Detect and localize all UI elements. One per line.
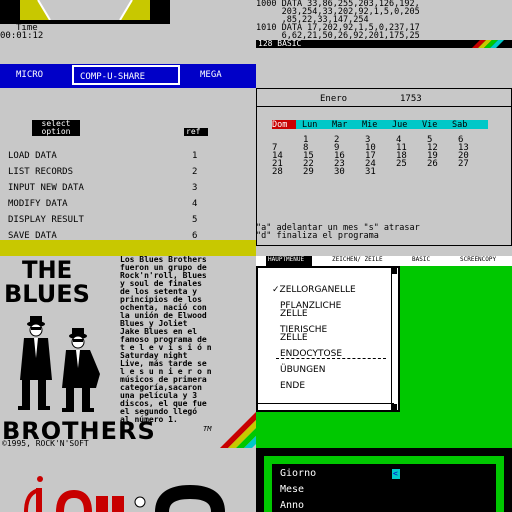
hauptmenue-screen: HAUPTMENUE ZEICHEN/ ZEILE BASIC SCREENCO… (256, 256, 512, 448)
tab-micro[interactable]: MICRO (16, 71, 43, 80)
select-option-header: select option (32, 120, 80, 136)
menu-item-label[interactable]: LIST RECORDS (8, 168, 73, 177)
calendar-day[interactable]: 29 (303, 168, 314, 177)
menu-window-item[interactable]: ZELLE (280, 334, 308, 343)
title-blues: BLUES (4, 280, 90, 308)
comp-u-share-screen: Time 00:01:12 MICRO COMP-U-SHARE MEGA se… (0, 0, 256, 256)
ref-label: ref (186, 127, 201, 136)
maze-view-graphic (0, 0, 256, 24)
calendar-day[interactable]: 27 (458, 160, 469, 169)
field-anno: Anno (280, 500, 305, 511)
select-option-label: select option (41, 119, 71, 136)
menu-item-label[interactable]: INPUT NEW DATA (8, 184, 84, 193)
time-value: 00:01:12 (0, 31, 44, 41)
menu-zeichen-zeile[interactable]: ZEICHEN/ ZEILE (332, 257, 383, 263)
ref-header: ref (184, 128, 208, 136)
menu-item-ref: 4 (192, 199, 198, 209)
calendar-month: Enero (320, 94, 348, 104)
menu-window-item[interactable]: ENDE (280, 382, 305, 391)
menu-item-ref: 2 (192, 167, 198, 177)
drawing-screen (0, 448, 256, 512)
weekday-jue: Jue (392, 120, 408, 130)
field-giorno: Giorno (280, 468, 317, 479)
menu-basic[interactable]: BASIC (412, 257, 430, 263)
weekday-mar: Mar (332, 120, 348, 130)
copyright-text: ©1995, ROCK'N'SOFT (2, 439, 89, 448)
calendar-day[interactable]: 31 (365, 168, 376, 177)
status-bar (0, 240, 256, 256)
menu-item-label[interactable]: LOAD DATA (8, 152, 57, 161)
menu-item-ref: 1 (192, 151, 198, 161)
tab-bar: MICRO COMP-U-SHARE MEGA (0, 64, 256, 88)
menu-item-label[interactable]: MODIFY DATA (8, 200, 68, 209)
title-the: THE (22, 256, 73, 284)
menu-window-item[interactable]: ZELLE (280, 310, 308, 319)
menu-item-ref: 3 (192, 183, 198, 193)
help-text-2: "d" finaliza el programa (256, 231, 379, 241)
scrollbar[interactable] (391, 268, 398, 410)
menu-item-ref: 5 (192, 215, 198, 225)
calendar-day[interactable]: 25 (396, 160, 407, 169)
menu-item-label[interactable]: DISPLAY RESULT (8, 216, 84, 225)
weekday-mie: Mie (362, 120, 378, 130)
basic-footer-label: 128 BASIC (258, 39, 302, 48)
trademark-mark: TM (203, 425, 212, 433)
tab-mega[interactable]: MEGA (200, 71, 222, 80)
rainbow-stripe-icon (472, 40, 504, 48)
calendar-year: 1753 (400, 94, 422, 104)
menu-screencopy[interactable]: SCREENCOPY (460, 257, 496, 263)
weekday-dom: Dom (272, 120, 288, 130)
input-cursor[interactable]: < (392, 469, 400, 479)
menu-hauptmenue[interactable]: HAUPTMENUE (268, 257, 304, 263)
calendar-screen: Enero 1753 Dom Lun Mar Mie Jue Vie Sab 1234567… (256, 48, 512, 256)
horizontal-scrollbar[interactable] (258, 403, 394, 410)
menu-window-item[interactable]: ÜBUNGEN (280, 366, 325, 375)
menu-bar: HAUPTMENUE ZEICHEN/ ZEILE BASIC SCREENCO… (256, 256, 512, 266)
calendar-day[interactable]: 26 (427, 160, 438, 169)
calendar-day[interactable]: 28 (272, 168, 283, 177)
logo-graphic (0, 448, 256, 512)
date-entry-screen: Giorno Mese Anno < (256, 448, 512, 512)
basic-listing-screen: 1000 DATA 33,86,255,203,126,192, 203,254… (256, 0, 512, 48)
weekday-vie: Vie (422, 120, 438, 130)
tab-comp-u-share[interactable]: COMP-U-SHARE (72, 65, 180, 85)
basic-status-bar: 128 BASIC (256, 40, 512, 48)
field-mese: Mese (280, 484, 305, 495)
weekday-lun: Lun (302, 120, 318, 130)
rainbow-stripe-icon (220, 412, 256, 448)
cursor-glyph: < (393, 469, 398, 478)
tab-comp-u-share-label: COMP-U-SHARE (80, 72, 146, 82)
calendar-day[interactable]: 30 (334, 168, 345, 177)
weekday-sab: Sab (452, 120, 468, 130)
menu-window-item[interactable]: ✓ZELLORGANELLE (272, 286, 356, 295)
blues-brothers-illustration (18, 316, 100, 412)
blues-brothers-screen: THE BLUES Los Blues Brothers fueron un gr… (0, 256, 256, 448)
